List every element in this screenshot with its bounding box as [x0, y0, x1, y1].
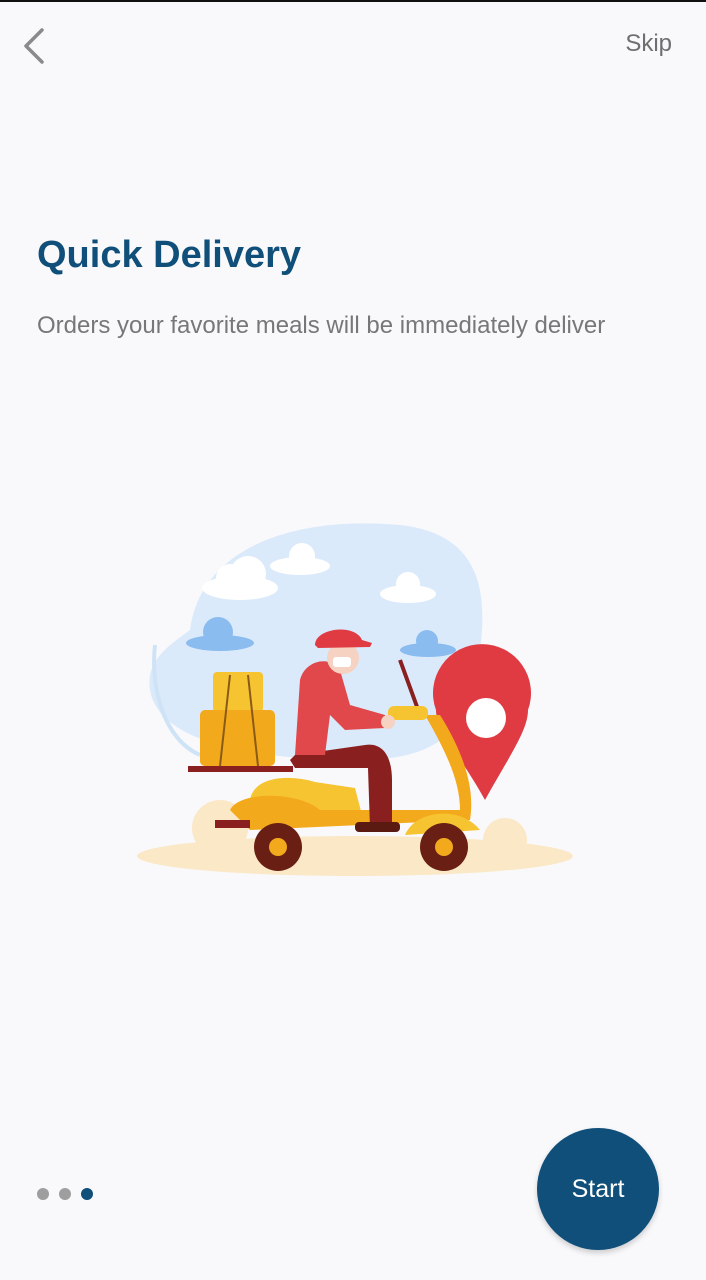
skip-button[interactable]: Skip: [625, 30, 672, 58]
page-subtitle: Orders your favorite meals will be immed…: [37, 312, 606, 339]
back-button[interactable]: [14, 24, 54, 68]
delivery-scooter-illustration: [137, 523, 573, 876]
page-dot-active[interactable]: [81, 1188, 93, 1200]
start-button[interactable]: Start: [537, 1128, 659, 1250]
chevron-left-icon: [24, 28, 44, 64]
page-indicator: [37, 1188, 93, 1200]
page-dot[interactable]: [37, 1188, 49, 1200]
page-dot[interactable]: [59, 1188, 71, 1200]
status-line: [0, 0, 706, 2]
page-title: Quick Delivery: [37, 234, 302, 276]
